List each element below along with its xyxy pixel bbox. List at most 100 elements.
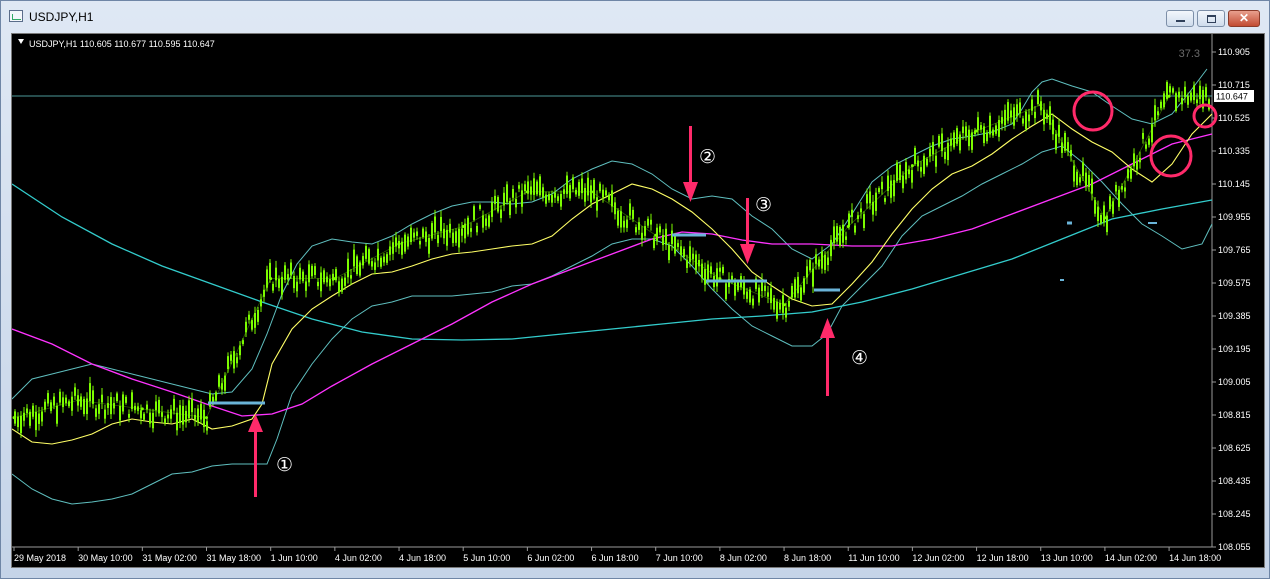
candle-body — [1184, 86, 1186, 98]
candle-body — [686, 259, 688, 268]
candle-body — [1088, 175, 1090, 187]
candle-body — [47, 393, 49, 404]
candle-body — [674, 235, 676, 254]
price-tick-label: 109.765 — [1218, 245, 1251, 255]
price-chart[interactable]: USDJPY,H1 110.605 110.677 110.595 110.64… — [11, 34, 1264, 567]
candle-body — [1196, 99, 1198, 104]
candle-body — [491, 202, 493, 217]
candle-body — [779, 302, 781, 310]
candle-body — [353, 249, 355, 267]
candle-body — [620, 211, 622, 228]
candle-body — [374, 262, 376, 270]
candle-body — [773, 297, 775, 310]
time-tick-label: 1 Jun 10:00 — [271, 553, 318, 563]
candle-body — [101, 394, 103, 403]
candle-body — [182, 405, 184, 425]
candle-body — [476, 225, 478, 233]
candle-body — [530, 186, 532, 195]
candle-body — [1148, 138, 1150, 145]
candle-body — [500, 209, 502, 219]
candle-body — [725, 283, 727, 300]
candle-body — [230, 354, 232, 361]
time-tick-label: 4 Jun 18:00 — [399, 553, 446, 563]
candle-body — [968, 129, 970, 147]
candle-body — [458, 228, 460, 248]
candle-body — [482, 215, 484, 228]
candle-body — [449, 223, 451, 233]
price-point — [333, 277, 337, 281]
candle-body — [38, 413, 40, 424]
candle-body — [170, 409, 172, 419]
candle-body — [41, 411, 43, 422]
candle-body — [218, 375, 220, 387]
title-bar[interactable]: USDJPY,H1 ✕ — [1, 1, 1269, 33]
price-tick-label: 109.195 — [1218, 344, 1251, 354]
price-tick-label: 109.005 — [1218, 377, 1251, 387]
candle-body — [995, 125, 997, 134]
candle-body — [1154, 105, 1156, 121]
candle-body — [815, 254, 817, 264]
candle-body — [671, 230, 673, 245]
price-point — [1039, 103, 1043, 107]
candle-body — [185, 410, 187, 423]
candle-body — [20, 415, 22, 434]
close-icon[interactable]: ✕ — [1228, 10, 1260, 27]
price-tick-label: 108.245 — [1218, 509, 1251, 519]
candle-body — [1091, 178, 1093, 194]
candle-body — [431, 223, 433, 239]
candle-body — [617, 210, 619, 226]
candle-body — [326, 276, 328, 283]
candle-body — [467, 217, 469, 235]
candle-body — [1169, 86, 1171, 93]
candle-body — [356, 256, 358, 275]
candle-body — [1199, 85, 1201, 100]
candle-body — [1076, 171, 1078, 186]
candle-body — [254, 312, 256, 328]
maximize-icon[interactable] — [1197, 10, 1225, 27]
time-tick-label: 8 Jun 18:00 — [784, 553, 831, 563]
candle-body — [911, 170, 913, 183]
candle-body — [584, 187, 586, 202]
candle-body — [602, 189, 604, 198]
candle-body — [650, 219, 652, 225]
time-tick-label: 8 Jun 02:00 — [720, 553, 767, 563]
close-glyph: ✕ — [1238, 11, 1250, 25]
candle-body — [80, 396, 82, 407]
candle-body — [1124, 187, 1126, 192]
candle-body — [29, 411, 31, 426]
candle-body — [1139, 157, 1141, 163]
candle-body — [53, 396, 55, 406]
candle-body — [473, 206, 475, 220]
candle-body — [470, 228, 472, 232]
candle-body — [494, 195, 496, 205]
candle-body — [770, 288, 772, 304]
candle-body — [17, 416, 19, 428]
candle-body — [206, 421, 208, 431]
time-tick-label: 7 Jun 10:00 — [656, 553, 703, 563]
candle-body — [413, 232, 415, 238]
candle-body — [875, 192, 877, 211]
price-tick-label: 108.815 — [1218, 410, 1251, 420]
price-point — [846, 225, 850, 229]
candle-body — [128, 413, 130, 418]
price-point — [782, 303, 786, 307]
price-point — [397, 242, 401, 246]
price-point — [590, 190, 594, 194]
candle-body — [347, 258, 349, 278]
time-tick-label: 14 Jun 02:00 — [1105, 553, 1157, 563]
candle-body — [440, 216, 442, 232]
candle-body — [1025, 111, 1027, 129]
candle-body — [1103, 205, 1105, 223]
candle-body — [1097, 206, 1099, 222]
price-point — [1103, 216, 1107, 220]
candle-body — [1082, 162, 1084, 177]
candle-body — [290, 262, 292, 276]
candle-body — [284, 265, 286, 280]
candle-body — [587, 177, 589, 196]
candle-body — [566, 175, 568, 194]
candle-body — [797, 276, 799, 294]
minimize-icon[interactable] — [1166, 10, 1194, 27]
candle-body — [299, 267, 301, 280]
chart-area[interactable]: USDJPY,H1 110.605 110.677 110.595 110.64… — [11, 33, 1265, 568]
candle-body — [269, 262, 271, 279]
